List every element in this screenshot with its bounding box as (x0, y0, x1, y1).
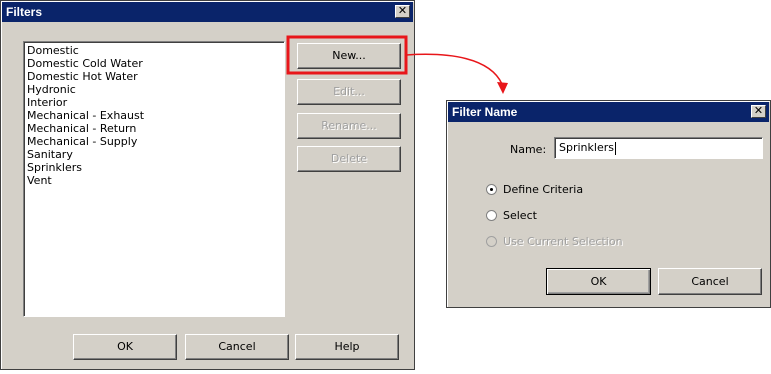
define-criteria-radio[interactable]: Define Criteria (486, 183, 583, 196)
filter-name-title-bar[interactable]: Filter Name ✕ (448, 102, 769, 122)
radio-disabled-icon (486, 236, 497, 247)
define-criteria-label: Define Criteria (503, 183, 584, 196)
arrow-path (405, 53, 503, 85)
use-current-selection-label: Use Current Selection (503, 235, 623, 248)
new-button-highlight (286, 35, 408, 75)
use-current-selection-radio[interactable]: Use Current Selection (486, 235, 623, 248)
filter-name-dialog: Filter Name ✕ Name: Sprinklers Define Cr… (446, 100, 771, 308)
radio-checked-icon (486, 184, 497, 195)
filter-name-title: Filter Name (452, 105, 518, 119)
close-icon: ✕ (753, 104, 764, 117)
filter-name-value: Sprinklers (559, 141, 614, 154)
select-label: Select (503, 209, 537, 222)
arrow-head-icon (497, 82, 508, 94)
select-radio[interactable]: Select (486, 209, 537, 222)
name-label: Name: (510, 143, 547, 156)
filter-name-close-button[interactable]: ✕ (751, 105, 766, 118)
ok-button[interactable]: OK (546, 268, 651, 295)
text-caret (614, 141, 616, 155)
cancel-button[interactable]: Cancel (658, 268, 762, 295)
radio-unchecked-icon (486, 210, 497, 221)
filter-name-field[interactable]: Sprinklers (554, 137, 763, 159)
